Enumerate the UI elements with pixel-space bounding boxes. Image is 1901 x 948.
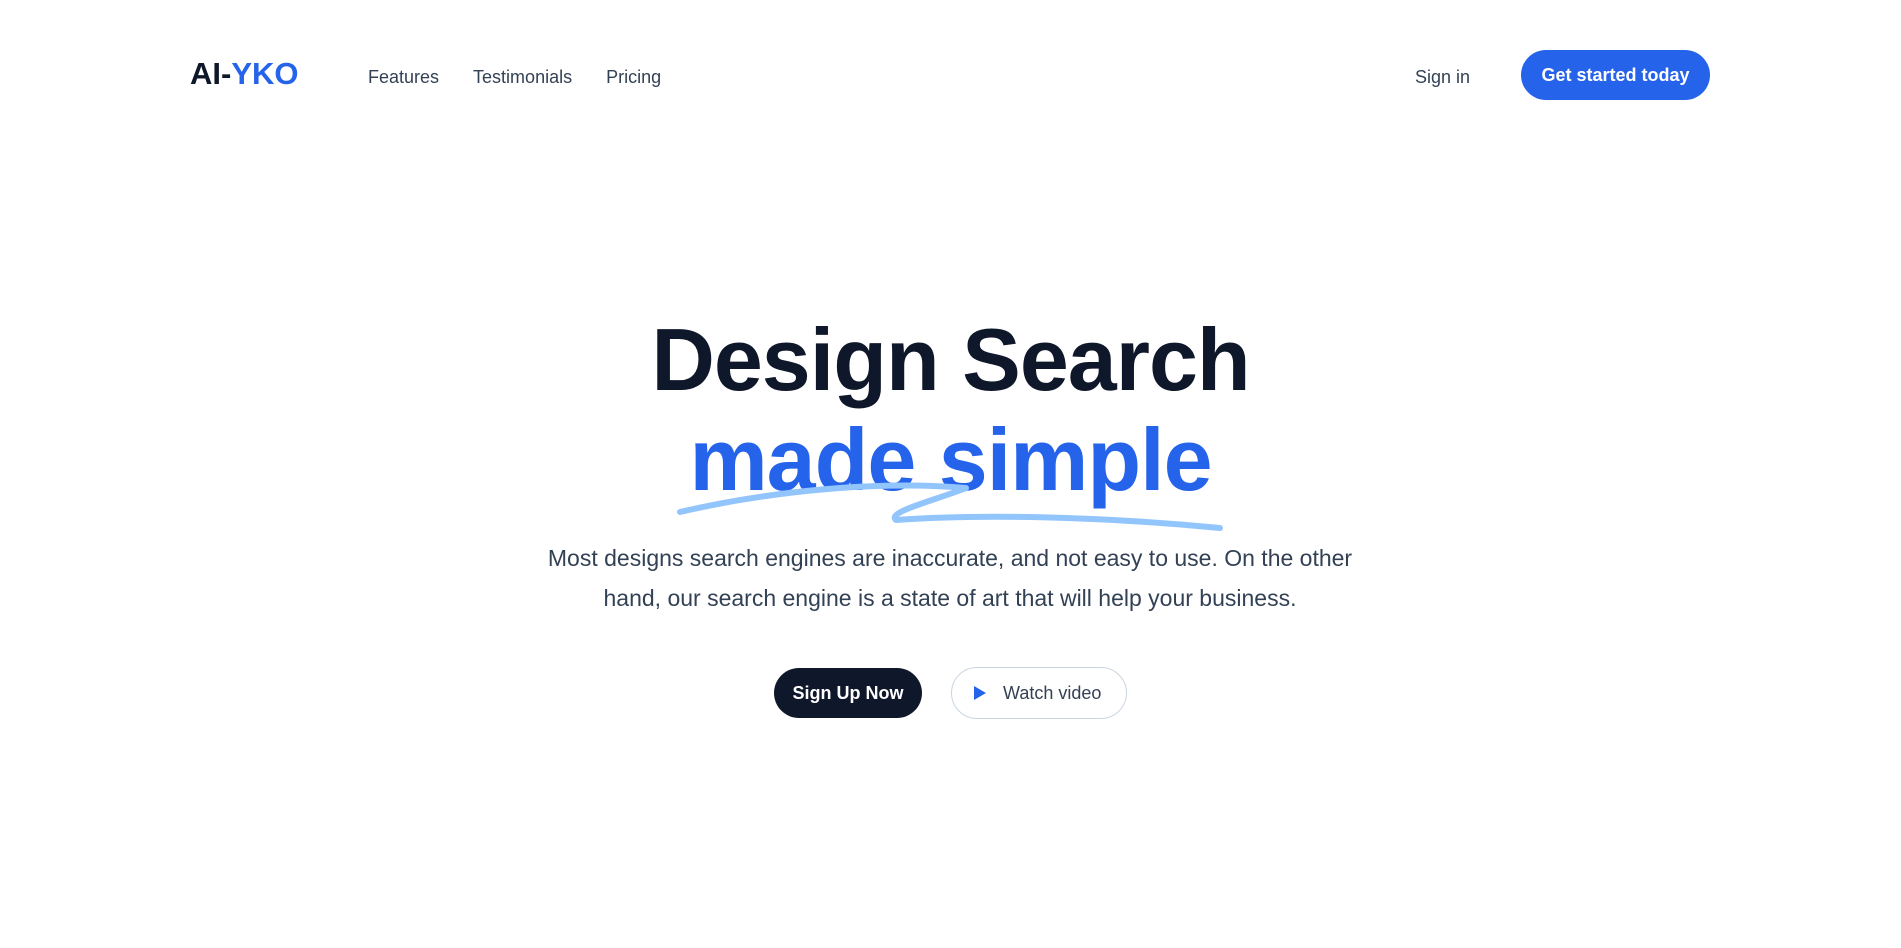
- sign-up-now-button[interactable]: Sign Up Now: [774, 668, 922, 718]
- scribble-underline-icon: [677, 482, 1223, 531]
- landing-page: AI-YKO Features Testimonials Pricing Sig…: [0, 0, 1901, 948]
- watch-video-label: Watch video: [1003, 683, 1102, 703]
- play-icon: [974, 686, 986, 700]
- sign-in-link[interactable]: Sign in: [1399, 58, 1486, 96]
- logo[interactable]: AI-YKO: [190, 56, 299, 92]
- nav-link-pricing[interactable]: Pricing: [590, 58, 677, 96]
- get-started-button[interactable]: Get started today: [1521, 50, 1710, 100]
- hero-description: Most designs search engines are inaccura…: [547, 545, 1353, 611]
- logo-text-part1: AI-: [190, 56, 232, 91]
- main-nav: Features Testimonials Pricing: [352, 58, 679, 96]
- site-header: AI-YKO Features Testimonials Pricing Sig…: [0, 0, 1901, 150]
- logo-text-part2: YKO: [231, 56, 299, 91]
- watch-video-button[interactable]: Watch video: [951, 667, 1127, 719]
- nav-link-features[interactable]: Features: [352, 58, 455, 96]
- nav-link-testimonials[interactable]: Testimonials: [457, 58, 588, 96]
- hero-title-line1: Design Search: [651, 310, 1250, 409]
